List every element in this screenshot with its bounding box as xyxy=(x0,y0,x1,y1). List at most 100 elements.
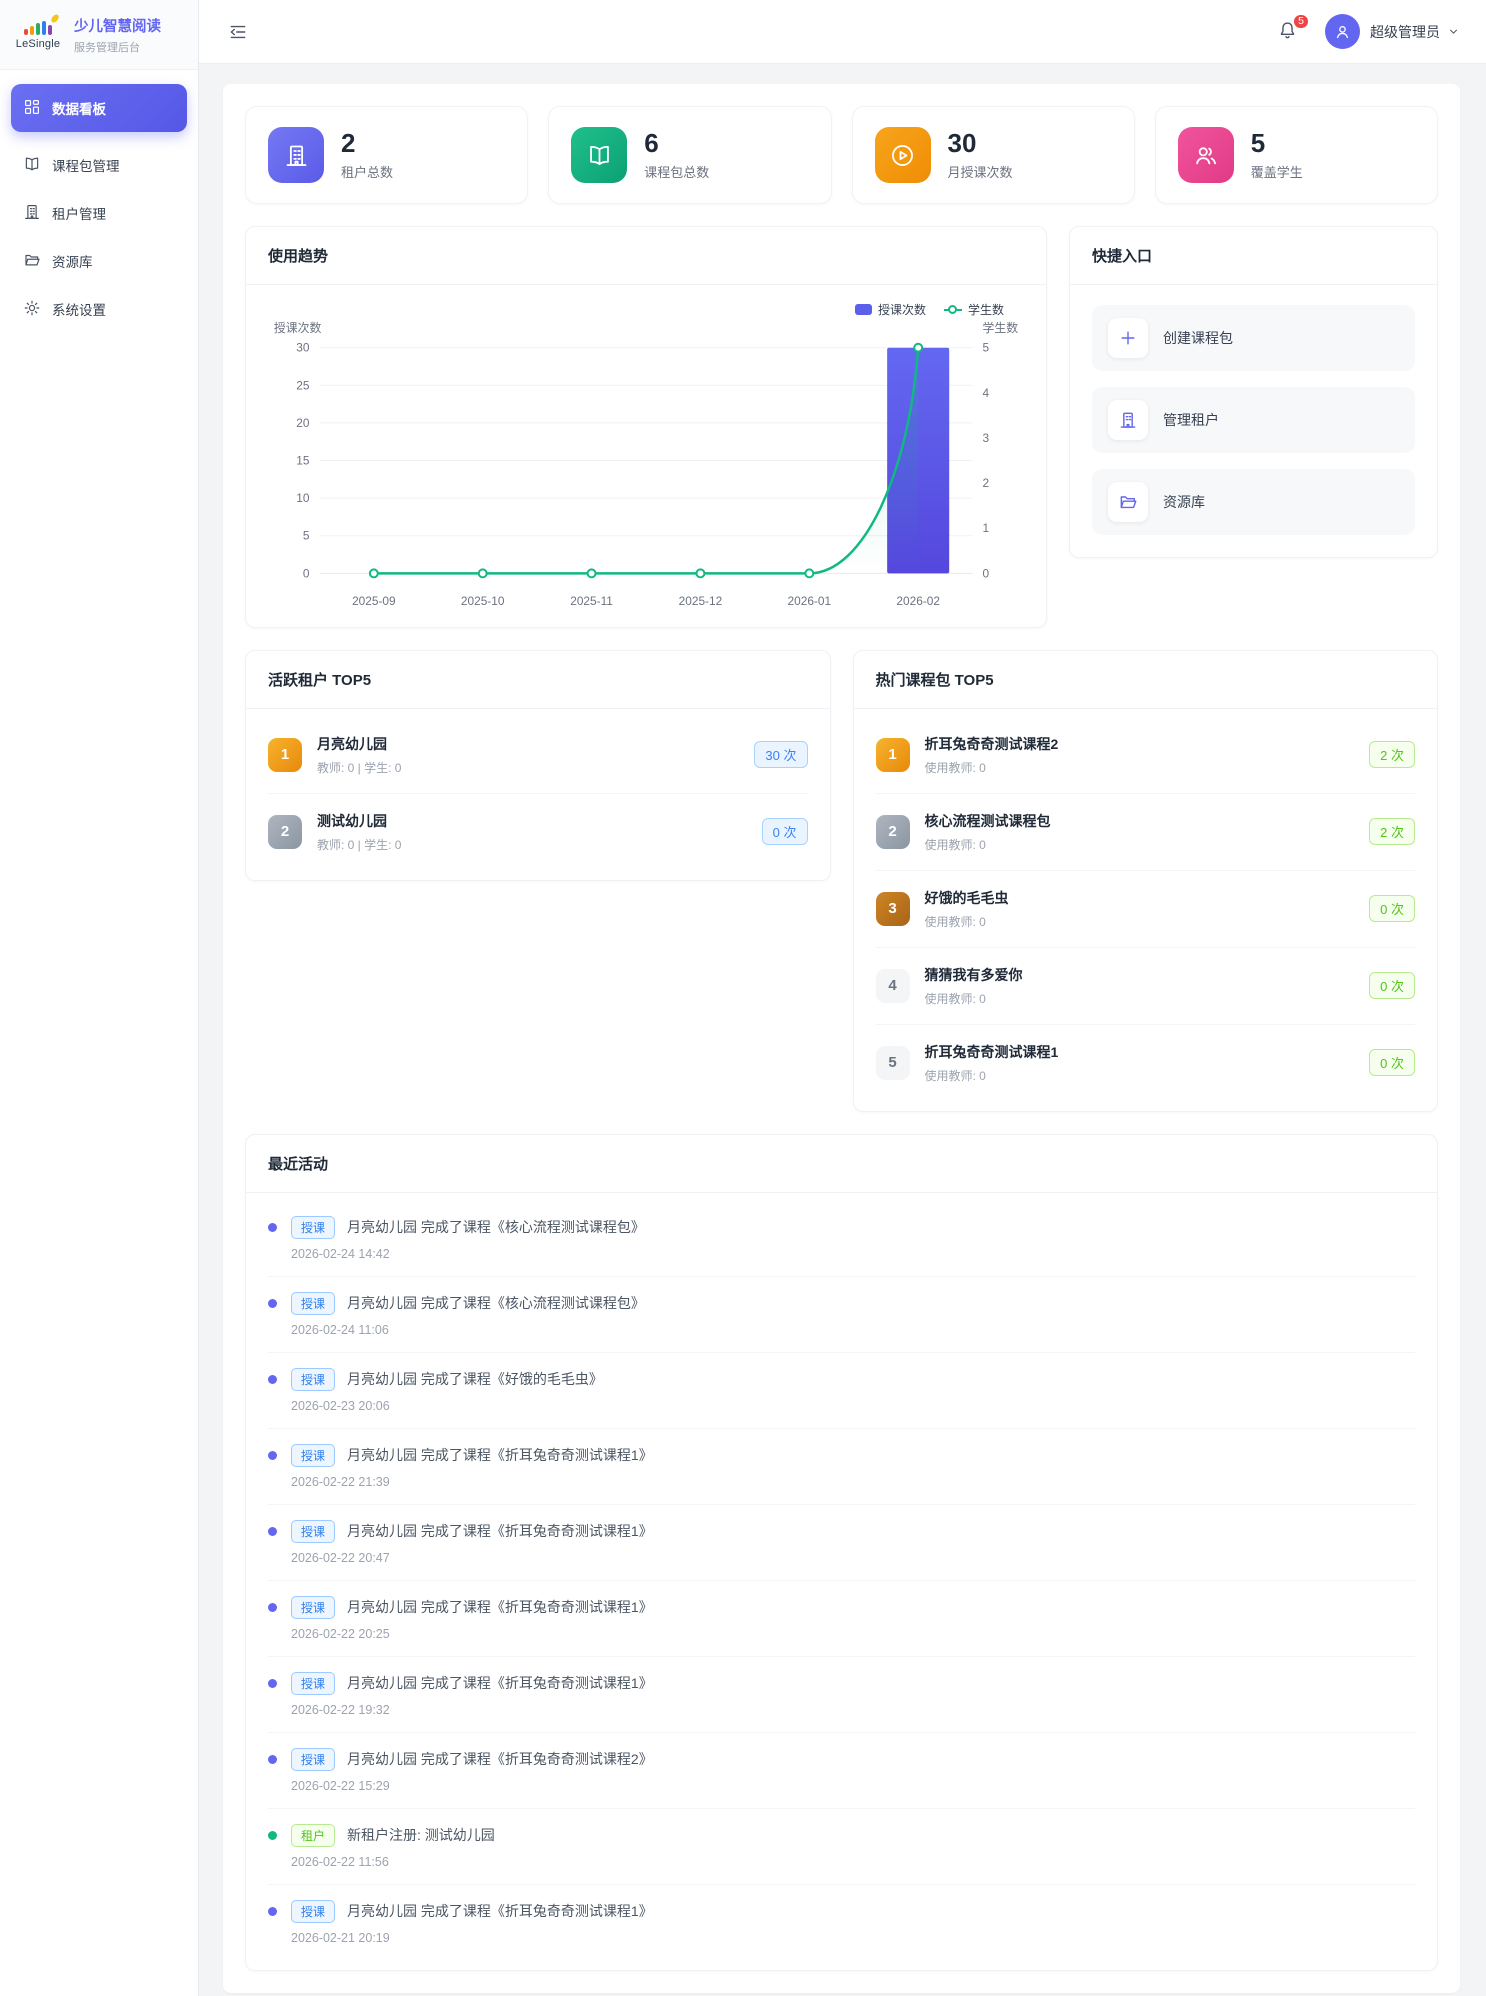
count-badge: 0 次 xyxy=(1369,895,1415,922)
activity-tag: 授课 xyxy=(291,1368,335,1391)
sidebar-item-label: 数据看板 xyxy=(52,98,106,118)
sidebar-item-resources[interactable]: 资源库 xyxy=(0,238,198,284)
line-legend-marker-icon xyxy=(944,305,962,315)
list-item-info: 好饿的毛毛虫 使用教师: 0 xyxy=(925,888,1009,930)
activity-tag: 授课 xyxy=(291,1520,335,1543)
activity-item: 授课 月亮幼儿园 完成了课程《核心流程测试课程包》 2026-02-24 14:… xyxy=(268,1201,1415,1277)
user-name[interactable]: 超级管理员 xyxy=(1370,22,1440,42)
recent-activity-card: 最近活动 授课 月亮幼儿园 完成了课程《核心流程测试课程包》 2026-02-2… xyxy=(245,1134,1438,1971)
activity-row: 授课 月亮幼儿园 完成了课程《好饿的毛毛虫》 xyxy=(268,1368,1415,1391)
sidebar-item-settings[interactable]: 系统设置 xyxy=(0,286,198,332)
sidebar-item-tenants[interactable]: 租户管理 xyxy=(0,190,198,236)
activity-time: 2026-02-22 19:32 xyxy=(291,1703,1415,1717)
item-name: 核心流程测试课程包 xyxy=(925,811,1051,831)
stat-label: 租户总数 xyxy=(341,162,393,181)
item-meta: 使用教师: 0 xyxy=(925,1067,1059,1084)
chart-legend[interactable]: 授课次数 学生数 xyxy=(260,297,1032,318)
plus-icon xyxy=(1108,318,1148,358)
list-item: 1 月亮幼儿园 教师: 0 | 学生: 0 30 次 xyxy=(268,717,808,794)
sidebar-item-dashboard[interactable]: 数据看板 xyxy=(11,84,187,132)
activity-dot-icon xyxy=(268,1755,277,1764)
legend-item-students[interactable]: 学生数 xyxy=(944,301,1004,318)
folder-icon xyxy=(23,251,41,272)
content: 2 租户总数 6 课程包总数 xyxy=(199,64,1486,1996)
list-item: 3 好饿的毛毛虫 使用教师: 0 0 次 xyxy=(876,871,1416,948)
dashboard-panel: 2 租户总数 6 课程包总数 xyxy=(223,84,1460,1993)
activity-tag: 授课 xyxy=(291,1216,335,1239)
chevron-down-icon[interactable] xyxy=(1447,25,1460,38)
svg-text:30: 30 xyxy=(296,341,310,355)
logo-spark-icon xyxy=(50,13,60,24)
stat-value: 6 xyxy=(644,129,709,158)
stats-row: 2 租户总数 6 课程包总数 xyxy=(245,106,1438,204)
logo-text: LeSingle xyxy=(16,38,60,50)
app-title: 少儿智慧阅读 xyxy=(74,15,161,36)
svg-text:3: 3 xyxy=(983,431,990,445)
activity-time: 2026-02-24 14:42 xyxy=(291,1247,1415,1261)
activity-dot-icon xyxy=(268,1907,277,1916)
activity-text: 月亮幼儿园 完成了课程《折耳兔奇奇测试课程2》 xyxy=(347,1749,653,1769)
card-title: 快捷入口 xyxy=(1070,227,1437,285)
rank-badge: 1 xyxy=(268,738,302,772)
item-meta: 使用教师: 0 xyxy=(925,836,1051,853)
list-item: 5 折耳兔奇奇测试课程1 使用教师: 0 0 次 xyxy=(876,1025,1416,1101)
svg-text:授课次数: 授课次数 xyxy=(274,321,322,335)
activity-tag: 授课 xyxy=(291,1748,335,1771)
count-badge: 0 次 xyxy=(1369,1049,1415,1076)
mid-row: 使用趋势 授课次数 学生数 0510152025300123452025-092… xyxy=(245,226,1438,628)
topbar-right: 5 超级管理员 xyxy=(1277,14,1460,49)
activity-text: 月亮幼儿园 完成了课程《好饿的毛毛虫》 xyxy=(347,1369,603,1389)
activity-text: 月亮幼儿园 完成了课程《核心流程测试课程包》 xyxy=(347,1293,645,1313)
svg-text:2025-10: 2025-10 xyxy=(461,594,505,608)
svg-text:20: 20 xyxy=(296,416,310,430)
list-item: 2 测试幼儿园 教师: 0 | 学生: 0 0 次 xyxy=(268,794,808,870)
legend-item-lessons[interactable]: 授课次数 xyxy=(855,301,926,318)
activity-text: 月亮幼儿园 完成了课程《折耳兔奇奇测试课程1》 xyxy=(347,1445,653,1465)
dashboard-grid-icon xyxy=(23,98,41,119)
activity-text: 月亮幼儿园 完成了课程《折耳兔奇奇测试课程1》 xyxy=(347,1521,653,1541)
svg-text:5: 5 xyxy=(983,341,990,355)
trend-chart-body: 授课次数 学生数 0510152025300123452025-092025-1… xyxy=(246,285,1046,627)
activity-tag: 授课 xyxy=(291,1444,335,1467)
quick-entry-create-package[interactable]: 创建课程包 xyxy=(1092,305,1415,371)
stat-body: 6 课程包总数 xyxy=(644,129,709,182)
list-item-info: 核心流程测试课程包 使用教师: 0 xyxy=(925,811,1051,853)
logo: LeSingle xyxy=(12,19,64,50)
sidebar-item-course-packages[interactable]: 课程包管理 xyxy=(0,142,198,188)
activity-dot-icon xyxy=(268,1527,277,1536)
stat-label: 课程包总数 xyxy=(644,162,709,181)
item-meta: 使用教师: 0 xyxy=(925,913,1009,930)
top5-row: 活跃租户 TOP5 1 月亮幼儿园 教师: 0 | 学生: 0 30 次 2 测… xyxy=(245,650,1438,1112)
count-badge: 2 次 xyxy=(1369,741,1415,768)
svg-text:2025-09: 2025-09 xyxy=(352,594,396,608)
person-icon xyxy=(1333,22,1352,41)
stat-card-monthly-lessons: 30 月授课次数 xyxy=(852,106,1135,204)
quick-entry-manage-tenants[interactable]: 管理租户 xyxy=(1092,387,1415,453)
activity-item: 授课 月亮幼儿园 完成了课程《核心流程测试课程包》 2026-02-24 11:… xyxy=(268,1277,1415,1353)
item-name: 测试幼儿园 xyxy=(317,811,401,831)
active-tenants-card: 活跃租户 TOP5 1 月亮幼儿园 教师: 0 | 学生: 0 30 次 2 测… xyxy=(245,650,831,881)
svg-text:10: 10 xyxy=(296,491,310,505)
recent-activity-list: 授课 月亮幼儿园 完成了课程《核心流程测试课程包》 2026-02-24 14:… xyxy=(246,1193,1437,1970)
svg-text:2026-01: 2026-01 xyxy=(788,594,832,608)
rank-badge: 3 xyxy=(876,892,910,926)
activity-item: 租户 新租户注册: 测试幼儿园 2026-02-22 11:56 xyxy=(268,1809,1415,1885)
activity-item: 授课 月亮幼儿园 完成了课程《好饿的毛毛虫》 2026-02-23 20:06 xyxy=(268,1353,1415,1429)
building-icon xyxy=(268,127,324,183)
item-name: 猜猜我有多爱你 xyxy=(925,965,1023,985)
activity-tag: 租户 xyxy=(291,1824,335,1847)
rank-badge: 4 xyxy=(876,969,910,1003)
activity-time: 2026-02-22 11:56 xyxy=(291,1855,1415,1869)
stat-value: 30 xyxy=(948,129,1013,158)
sidebar-collapse-button[interactable] xyxy=(225,19,251,45)
hot-packages-list: 1 折耳兔奇奇测试课程2 使用教师: 0 2 次 2 核心流程测试课程包 使用教… xyxy=(854,709,1438,1111)
notification-bell-button[interactable]: 5 xyxy=(1277,20,1301,44)
gear-icon xyxy=(23,299,41,320)
quick-entry-resources[interactable]: 资源库 xyxy=(1092,469,1415,535)
svg-text:15: 15 xyxy=(296,453,310,467)
avatar[interactable] xyxy=(1325,14,1360,49)
count-badge: 2 次 xyxy=(1369,818,1415,845)
activity-text: 月亮幼儿园 完成了课程《折耳兔奇奇测试课程1》 xyxy=(347,1673,653,1693)
item-name: 月亮幼儿园 xyxy=(317,734,401,754)
quick-entry-label: 创建课程包 xyxy=(1163,328,1233,348)
